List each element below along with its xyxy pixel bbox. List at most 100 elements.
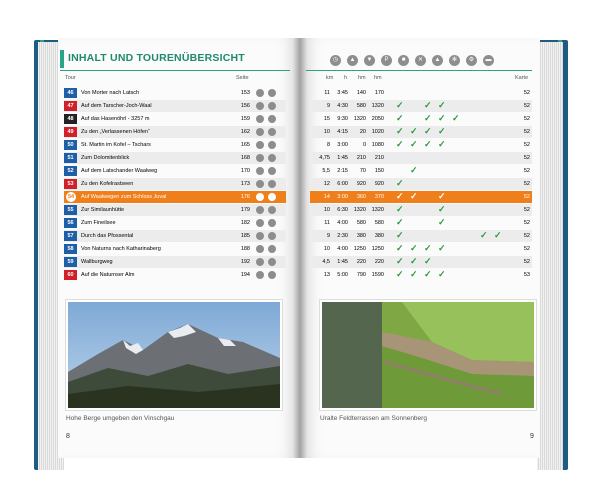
- check-icon: ✓: [396, 178, 404, 188]
- tour-up: 140: [356, 90, 366, 96]
- summit-icon: ▲: [432, 55, 443, 66]
- tour-row: 55 Zur Similaunhütte 179: [64, 204, 286, 216]
- car-icon: ▬: [483, 55, 494, 66]
- tour-h: 3:00: [337, 142, 348, 148]
- clock-icon: ◷: [330, 55, 341, 66]
- tour-karte: 52: [523, 246, 530, 252]
- tour-up: 580: [356, 103, 366, 109]
- tour-up: 210: [356, 155, 366, 161]
- family-icon: [268, 180, 276, 188]
- check-icon: ✓: [438, 269, 446, 279]
- tour-row-details: 11 3:45 140 170 52: [310, 87, 532, 99]
- tour-km: 10: [323, 246, 330, 252]
- check-icon: ✓: [438, 217, 446, 227]
- tour-number: 47: [64, 101, 77, 111]
- photo-terraces: [320, 300, 536, 410]
- tour-row: 48 Auf das Hasenöhrl - 3257 m 159: [64, 113, 286, 125]
- tour-h: 5:00: [337, 272, 348, 278]
- check-icon: ✓: [396, 139, 404, 149]
- tour-h: 4:00: [337, 220, 348, 226]
- caption-left: Hohe Berge umgeben den Vinschgau: [66, 415, 175, 422]
- tour-title: St. Martin im Kofel – Tschars: [81, 142, 151, 148]
- tour-karte: 52: [523, 116, 530, 122]
- tour-down: 1080: [371, 142, 384, 148]
- tour-km: 13: [323, 272, 330, 278]
- difficulty-icon: [256, 245, 264, 253]
- check-icon: ✓: [410, 139, 418, 149]
- check-icon: ✓: [396, 204, 404, 214]
- tour-title: Auf dem Latschander Waalweg: [81, 168, 158, 174]
- family-icon: [268, 128, 276, 136]
- tour-up: 70: [359, 168, 366, 174]
- tour-page: 168: [240, 155, 250, 161]
- tour-down: 1020: [371, 129, 384, 135]
- family-icon: [268, 245, 276, 253]
- tour-down: 170: [374, 90, 384, 96]
- tour-h: 3:45: [337, 90, 348, 96]
- tour-page: 156: [240, 103, 250, 109]
- check-icon: ✓: [396, 256, 404, 266]
- check-icon: ✓: [396, 269, 404, 279]
- tour-h: 4:00: [337, 246, 348, 252]
- col-header-seite: Seite: [236, 75, 249, 81]
- tour-up: 1250: [353, 246, 366, 252]
- tour-row-details: 10 4:15 20 1020 ✓ ✓ ✓ ✓ 52: [310, 126, 532, 138]
- difficulty-icon: [256, 180, 264, 188]
- check-icon: ✓: [396, 191, 404, 201]
- tour-number: 51: [64, 153, 77, 163]
- difficulty-icon: [256, 193, 264, 201]
- check-icon: ✓: [424, 100, 432, 110]
- tour-up: 20: [359, 129, 366, 135]
- tour-row: 59 Wallburgweg 192: [64, 256, 286, 268]
- tour-down: 1250: [371, 246, 384, 252]
- tour-up: 1320: [353, 116, 366, 122]
- page-number-right: 9: [530, 433, 534, 440]
- tour-page: 162: [240, 129, 250, 135]
- tour-up: 580: [356, 220, 366, 226]
- tour-row: 50 St. Martin im Kofel – Tschars 165: [64, 139, 286, 151]
- tour-page: 173: [240, 181, 250, 187]
- tour-km: 8: [326, 142, 330, 148]
- mountains-illustration: [68, 302, 280, 408]
- difficulty-icon: [256, 115, 264, 123]
- tour-km: 15: [323, 116, 330, 122]
- tour-h: 2:30: [337, 233, 348, 239]
- tour-row: 57 Durch das Pfossental 185: [64, 230, 286, 242]
- check-icon: ✓: [396, 113, 404, 123]
- parking-icon: P: [381, 55, 392, 66]
- family-icon: [268, 193, 276, 201]
- check-icon: ✓: [438, 243, 446, 253]
- tour-karte: 52: [523, 194, 530, 200]
- check-icon: ✓: [396, 100, 404, 110]
- tour-row: 47 Auf dem Tarscher-Joch-Waal 156: [64, 100, 286, 112]
- tour-row: 53 Zu den Kofelrastseen 173: [64, 178, 286, 190]
- tour-karte: 52: [523, 103, 530, 109]
- check-icon: ✓: [438, 100, 446, 110]
- tour-number: 46: [64, 88, 77, 98]
- tour-page: 194: [240, 272, 250, 278]
- check-icon: ✓: [410, 256, 418, 266]
- tour-page: 182: [240, 220, 250, 226]
- tour-h: 1:45: [337, 155, 348, 161]
- tour-row: 52 Auf dem Latschander Waalweg 170: [64, 165, 286, 177]
- difficulty-icon: [256, 128, 264, 136]
- photo-mountains: [66, 300, 282, 410]
- tour-down: 150: [374, 168, 384, 174]
- check-icon: ✓: [452, 113, 460, 123]
- tour-title: Auf das Hasenöhrl - 3257 m: [81, 116, 150, 122]
- tour-number: 59: [64, 257, 77, 267]
- tour-number: 50: [64, 140, 77, 150]
- check-icon: ✓: [494, 230, 502, 240]
- tour-page: 188: [240, 246, 250, 252]
- check-icon: ✓: [438, 113, 446, 123]
- difficulty-icon: [256, 89, 264, 97]
- tour-row: 58 Von Naturns nach Katharinaberg 188: [64, 243, 286, 255]
- winter-icon: ✻: [449, 55, 460, 66]
- tour-h: 4:15: [337, 129, 348, 135]
- tour-up: 380: [356, 233, 366, 239]
- tour-row-details: 14 3:00 360 370 ✓ ✓ ✓ 52: [310, 191, 532, 203]
- terraces-illustration: [322, 302, 534, 408]
- family-icon: [268, 154, 276, 162]
- tour-km: 11: [324, 90, 330, 96]
- tour-row: 49 Zu den „Verlassenen Höfen“ 162: [64, 126, 286, 138]
